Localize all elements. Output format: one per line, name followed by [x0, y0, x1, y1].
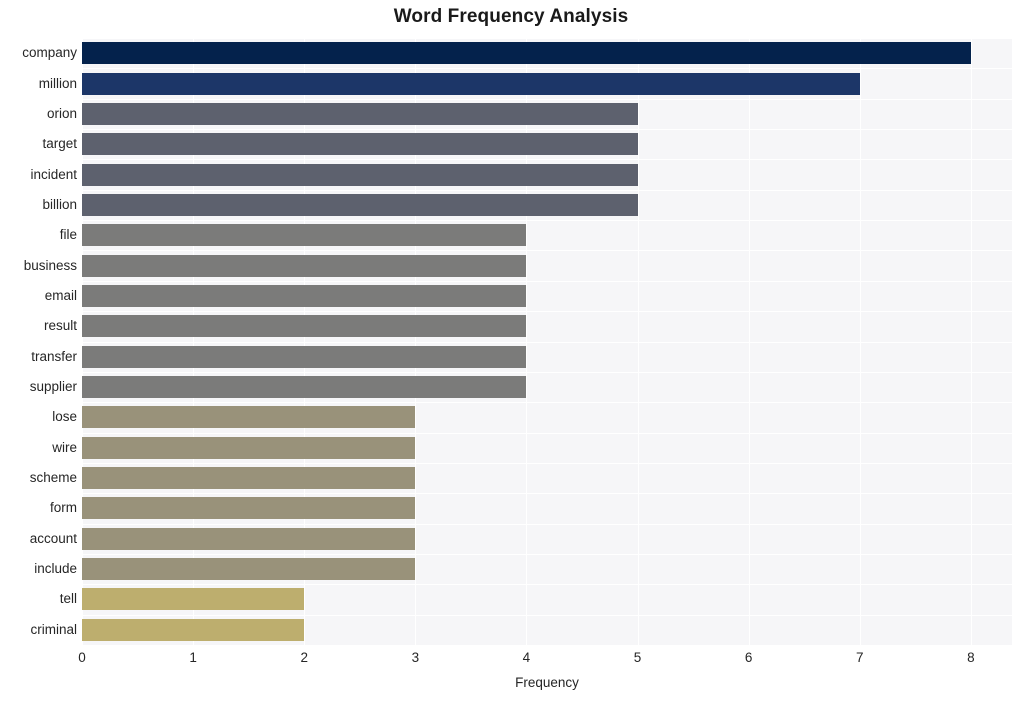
- bar: [82, 315, 527, 338]
- x-axis-tick-label: 2: [300, 650, 308, 665]
- x-axis-tick-label: 0: [78, 650, 86, 665]
- x-axis-title: Frequency: [515, 675, 579, 690]
- y-axis-tick-label: business: [23, 257, 77, 273]
- y-axis-tick-label: orion: [46, 105, 77, 121]
- x-axis-tick-label: 4: [522, 650, 531, 665]
- y-axis-tick-label: million: [38, 75, 77, 91]
- y-axis-tick-label: form: [50, 500, 77, 516]
- y-axis-tick-label: incident: [30, 166, 77, 182]
- y-axis-tick-label: account: [29, 530, 77, 546]
- y-axis-tick-label: email: [44, 287, 77, 303]
- bar: [82, 224, 527, 247]
- x-axis-tick-label: 3: [411, 650, 420, 665]
- bar: [82, 133, 638, 156]
- y-axis-tick-label: company: [22, 45, 77, 61]
- y-axis-tick-label: criminal: [30, 621, 77, 637]
- bar: [82, 558, 416, 581]
- x-axis-tick-label: 7: [856, 650, 864, 665]
- bar: [82, 72, 860, 95]
- y-axis-tick-label: scheme: [29, 470, 77, 486]
- y-axis-tick-labels: company million orion target incident billion…: [0, 38, 77, 645]
- y-axis-tick-label: include: [34, 561, 77, 577]
- x-axis-tick-label: 1: [189, 650, 197, 665]
- bar: [82, 284, 527, 307]
- y-axis-tick-label: tell: [59, 591, 77, 607]
- y-axis-tick-label: result: [43, 318, 77, 334]
- bar: [82, 42, 971, 65]
- y-axis-tick-label: wire: [52, 439, 77, 455]
- bar: [82, 618, 305, 641]
- bar: [82, 163, 638, 186]
- x-axis-tick-label: 6: [744, 650, 753, 665]
- chart-figure: Word Frequency Analysis company million or…: [0, 0, 1022, 701]
- bar: [82, 406, 416, 429]
- y-axis-tick-label: supplier: [29, 379, 77, 395]
- y-axis-tick-label: transfer: [31, 348, 77, 364]
- bar: [82, 436, 416, 459]
- bar: [82, 376, 527, 399]
- gridline-horizontal: [82, 645, 1012, 646]
- y-axis-tick-label: billion: [42, 196, 77, 212]
- chart-title: Word Frequency Analysis: [393, 6, 629, 27]
- y-axis-tick-label: target: [42, 136, 77, 152]
- x-axis-tick-label: 5: [633, 650, 642, 665]
- x-axis-tick-label: 8: [967, 650, 975, 665]
- bar: [82, 345, 527, 368]
- bar: [82, 254, 527, 277]
- bar: [82, 588, 305, 611]
- y-axis-tick-label: file: [59, 227, 77, 243]
- plot-area: [82, 38, 1012, 646]
- bar: [82, 527, 416, 550]
- bar: [82, 102, 638, 125]
- y-axis-tick-label: lose: [52, 409, 77, 425]
- bar: [82, 467, 416, 490]
- x-axis-tick-labels: 0 1 2 3 4 5 6 7 8: [0, 650, 1022, 672]
- bar: [82, 497, 416, 520]
- bar: [82, 193, 638, 216]
- bar-series: [82, 38, 1012, 645]
